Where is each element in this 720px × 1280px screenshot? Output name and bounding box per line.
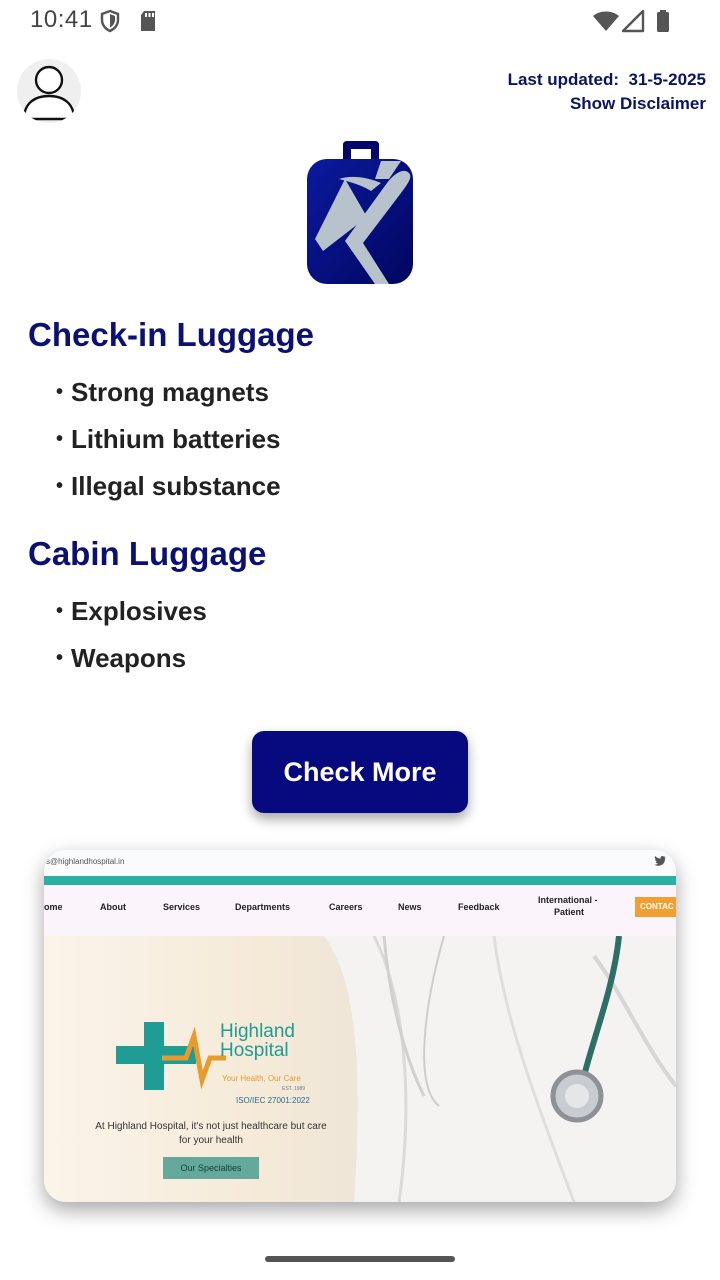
sd-card-icon [141,11,155,31]
last-updated-block: Last updated: 31-5-2025 Show Disclaimer [508,68,706,116]
user-profile-icon[interactable] [17,59,81,123]
home-indicator[interactable] [265,1256,455,1262]
last-updated-date: 31-5-2025 [628,70,706,89]
cabin-luggage-list: • Explosives • Weapons [56,591,207,685]
luggage-airplane-icon [307,141,413,284]
twitter-icon [654,856,666,866]
ad-accent-stripe [44,876,676,885]
ad-established: EST. 1989 [282,1086,306,1092]
ad-contact-button: CONTAC [635,897,676,917]
ad-nav-item: ome [44,902,63,912]
ad-specialties-button: Our Specialties [163,1157,259,1179]
ad-iso-cert: ISO/IEC 27001:2022 [236,1096,310,1105]
cabin-luggage-title: Cabin Luggage [28,535,267,572]
highland-hospital-logo [116,1022,226,1090]
checkin-luggage-title: Check-in Luggage [28,316,315,353]
ad-nav-item: Careers [329,902,363,912]
status-bar: 10:41 [0,0,720,42]
ad-hero-image: Highland Hospital Your Health, Our Care … [44,936,676,1202]
ad-nav-item: About [100,902,126,912]
last-updated-label: Last updated: [507,70,620,89]
list-item: • Strong magnets [56,377,269,407]
checkin-luggage-list: • Strong magnets • Lithium batteries • Ille… [56,372,281,513]
wifi-icon [593,11,619,31]
shield-icon [100,9,120,33]
list-item: • Lithium batteries [56,424,281,454]
status-time: 10:41 [30,6,93,33]
check-more-button[interactable]: Check More [252,731,468,813]
ad-nav-item: Services [163,902,201,912]
hospital-ad-banner[interactable]: s@highlandhospital.in ome About Services… [44,850,676,1202]
ad-tagline: Your Health, Our Care [222,1074,301,1083]
signal-icon [621,9,645,33]
ad-nav-item: Feedback [458,902,500,912]
last-updated-line: Last updated: 31-5-2025 [508,68,706,92]
ad-nav-item: Departments [235,902,291,912]
show-disclaimer-link[interactable]: Show Disclaimer [508,92,706,116]
ad-nav-item: International - [538,895,598,905]
battery-icon [657,10,669,32]
ad-nav-bar: ome About Services Departments Careers N… [44,885,676,936]
ad-email: s@highlandhospital.in [46,857,125,866]
ad-brand-name: Highland Hospital [220,1021,295,1061]
list-item: • Illegal substance [56,471,281,501]
list-item: • Explosives [56,596,207,626]
doctor-image [324,936,676,1202]
ad-nav-item: News [398,902,422,912]
ad-description: At Highland Hospital, it's not just heal… [95,1121,327,1146]
ad-nav-item: Patient [554,907,585,917]
list-item: • Weapons [56,643,187,673]
ad-top-bar: s@highlandhospital.in [44,850,676,876]
